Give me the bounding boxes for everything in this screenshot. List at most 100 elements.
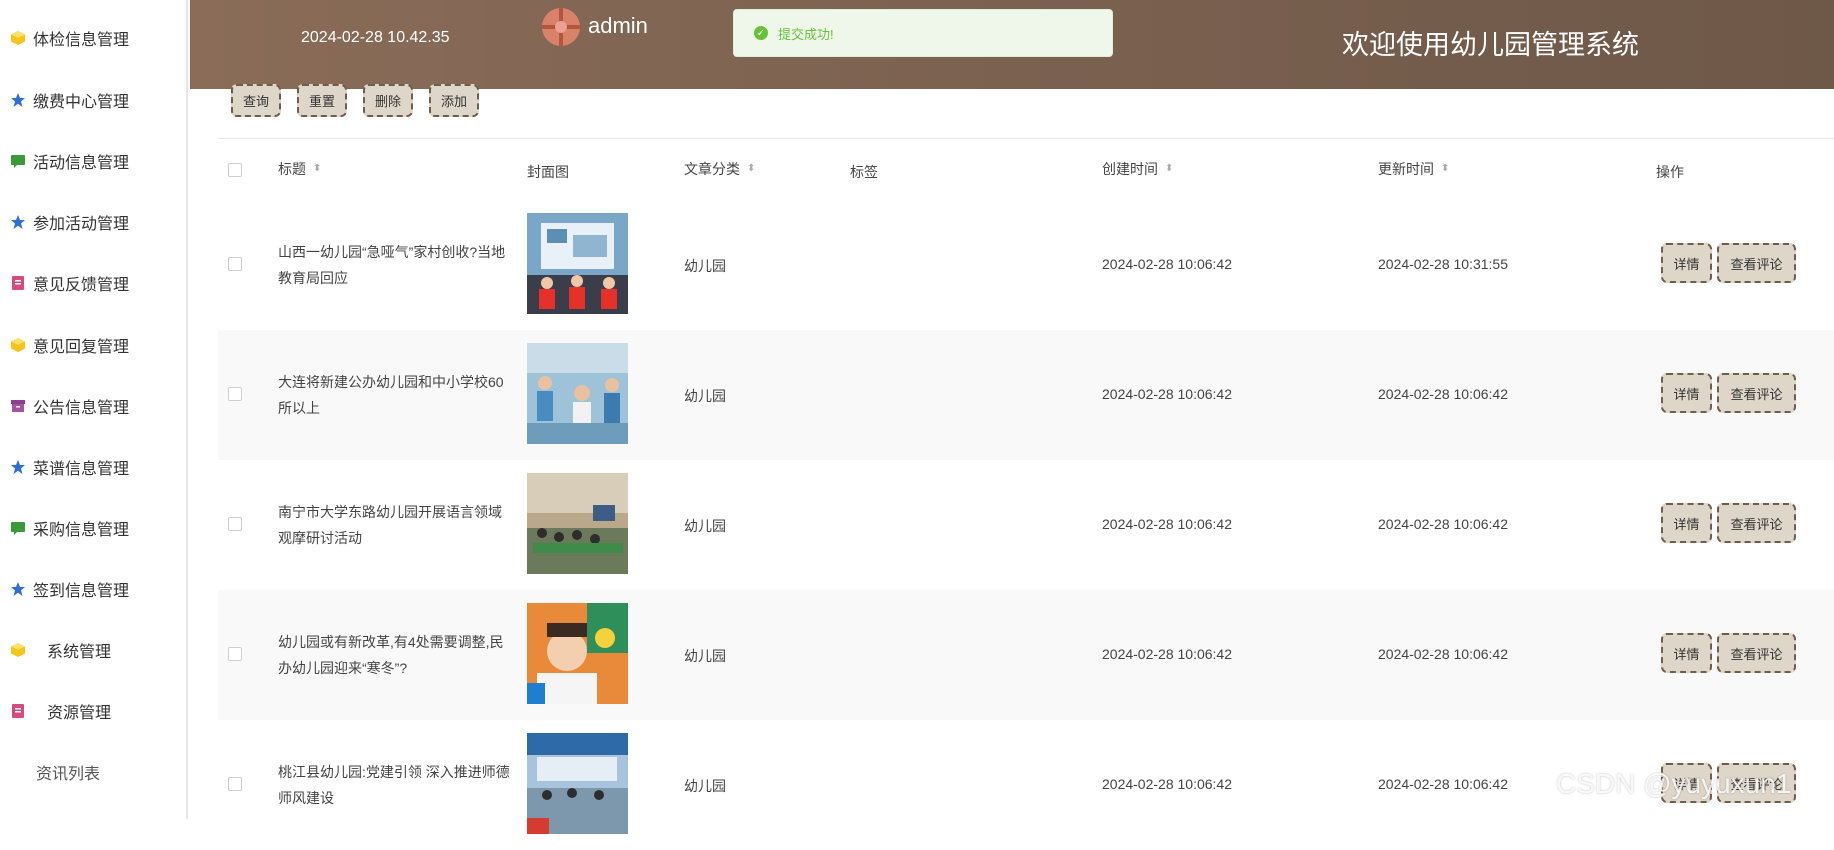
view-comments-button[interactable]: 查看评论 — [1717, 503, 1796, 543]
row-created-time: 2024-02-28 10:06:42 — [1102, 516, 1232, 532]
column-header-category[interactable]: 文章分类 ⬍ — [684, 159, 755, 179]
archive-icon — [9, 397, 27, 415]
row-checkbox[interactable] — [228, 387, 242, 401]
sidebar-item-label: 缴费中心管理 — [33, 93, 130, 111]
table-row: 幼儿园或有新改革,有4处需要调整,民办幼儿园迎来“寒冬”? 幼儿园 2024-0… — [218, 590, 1834, 720]
column-label: 创建时间 — [1102, 161, 1158, 177]
header-datetime: 2024-02-28 10.42.35 — [301, 29, 450, 46]
column-label: 更新时间 — [1378, 161, 1434, 177]
cube-icon — [9, 29, 27, 47]
column-label: 标题 — [278, 161, 306, 177]
row-category: 幼儿园 — [684, 258, 726, 274]
column-header-created[interactable]: 创建时间 ⬍ — [1102, 159, 1173, 179]
sidebar-item-feedback[interactable]: 意见反馈管理 — [0, 252, 186, 313]
sidebar-item-label: 菜谱信息管理 — [33, 460, 130, 478]
row-title: 南宁市大学东路幼儿园开展语言领域观摩研讨活动 — [278, 504, 502, 546]
sidebar-item-announcement[interactable]: 公告信息管理 — [0, 375, 186, 436]
sidebar-item-join-activity[interactable]: 参加活动管理 — [0, 191, 186, 252]
reset-button[interactable]: 重置 — [297, 84, 347, 117]
sidebar-item-purchase[interactable]: 采购信息管理 — [0, 497, 186, 558]
detail-button[interactable]: 详情 — [1661, 243, 1712, 283]
chat-icon — [9, 519, 27, 537]
sidebar-item-recipes[interactable]: 菜谱信息管理 — [0, 436, 186, 497]
sidebar-item-reply[interactable]: 意见回复管理 — [0, 314, 186, 375]
header-username[interactable]: admin — [588, 13, 648, 39]
sort-icon[interactable]: ⬍ — [1441, 164, 1449, 174]
column-header-cover: 封面图 — [527, 162, 569, 182]
sidebar-item-checkin[interactable]: 签到信息管理 — [0, 558, 186, 619]
sidebar-item-label: 意见回复管理 — [33, 338, 130, 356]
cover-image — [527, 473, 628, 574]
row-updated-time: 2024-02-28 10:06:42 — [1378, 386, 1508, 402]
sidebar-item-label: 资源管理 — [47, 704, 112, 722]
row-title: 幼儿园或有新改革,有4处需要调整,民办幼儿园迎来“寒冬”? — [278, 634, 504, 676]
sidebar-item-label: 意见反馈管理 — [33, 276, 130, 294]
sidebar-item-resources[interactable]: 资源管理 — [0, 680, 186, 741]
sort-icon[interactable]: ⬍ — [1165, 164, 1173, 174]
view-comments-button[interactable]: 查看评论 — [1717, 373, 1796, 413]
sidebar-item-payment[interactable]: 缴费中心管理 — [0, 69, 186, 130]
row-checkbox[interactable] — [228, 777, 242, 791]
row-title: 大连将新建公办幼儿园和中小学校60所以上 — [278, 374, 504, 416]
sidebar-item-news-list[interactable]: 资讯列表 — [0, 741, 186, 802]
sidebar: 体检信息管理 缴费中心管理 活动信息管理 参加活动管理 意见反馈管理 意见回复管… — [0, 0, 188, 819]
query-button[interactable]: 查询 — [231, 84, 281, 117]
column-header-actions: 操作 — [1656, 162, 1684, 182]
row-category: 幼儿园 — [684, 518, 726, 534]
row-title: 山西一幼儿园“急哑气”家村创收?当地教育局回应 — [278, 244, 506, 286]
check-circle-icon: ✓ — [754, 26, 768, 40]
select-all-checkbox[interactable] — [228, 163, 242, 177]
detail-button[interactable]: 详情 — [1661, 373, 1712, 413]
add-button[interactable]: 添加 — [429, 84, 479, 117]
document-icon — [9, 274, 27, 292]
row-checkbox[interactable] — [228, 517, 242, 531]
row-checkbox[interactable] — [228, 647, 242, 661]
row-checkbox[interactable] — [228, 257, 242, 271]
column-header-tags: 标签 — [850, 162, 878, 182]
success-toast: ✓ 提交成功! — [733, 9, 1113, 57]
sort-icon[interactable]: ⬍ — [313, 164, 321, 174]
chat-icon — [9, 152, 27, 170]
cover-image — [527, 603, 628, 704]
row-created-time: 2024-02-28 10:06:42 — [1102, 256, 1232, 272]
star-icon — [9, 91, 27, 109]
view-comments-button[interactable]: 查看评论 — [1717, 633, 1796, 673]
column-label: 封面图 — [527, 164, 569, 180]
sidebar-item-label: 体检信息管理 — [33, 31, 130, 49]
document-icon — [9, 702, 27, 720]
detail-button[interactable]: 详情 — [1661, 503, 1712, 543]
sort-icon[interactable]: ⬍ — [747, 164, 755, 174]
column-label: 文章分类 — [684, 161, 740, 177]
column-header-title[interactable]: 标题 ⬍ — [278, 159, 321, 179]
sidebar-item-label: 参加活动管理 — [33, 215, 130, 233]
delete-button[interactable]: 删除 — [363, 84, 413, 117]
sidebar-item-activities[interactable]: 活动信息管理 — [0, 130, 186, 191]
watermark: CSDN @yuyuxun1 — [1556, 768, 1792, 799]
sidebar-item-system[interactable]: 系统管理 — [0, 619, 186, 680]
sidebar-item-label: 公告信息管理 — [33, 399, 130, 417]
detail-button[interactable]: 详情 — [1661, 633, 1712, 673]
row-created-time: 2024-02-28 10:06:42 — [1102, 776, 1232, 792]
row-updated-time: 2024-02-28 10:06:42 — [1378, 516, 1508, 532]
view-comments-button[interactable]: 查看评论 — [1717, 243, 1796, 283]
avatar[interactable] — [542, 8, 580, 46]
cube-icon — [9, 336, 27, 354]
row-category: 幼儿园 — [684, 648, 726, 664]
column-header-updated[interactable]: 更新时间 ⬍ — [1378, 159, 1449, 179]
row-updated-time: 2024-02-28 10:31:55 — [1378, 256, 1508, 272]
table-row: 南宁市大学东路幼儿园开展语言领域观摩研讨活动 幼儿园 2024-02-28 10… — [218, 460, 1834, 590]
column-label: 标签 — [850, 164, 878, 180]
row-updated-time: 2024-02-28 10:06:42 — [1378, 646, 1508, 662]
row-category: 幼儿园 — [684, 778, 726, 794]
sidebar-item-label: 活动信息管理 — [33, 154, 130, 172]
table-row: 山西一幼儿园“急哑气”家村创收?当地教育局回应 幼儿园 2024-02-28 1… — [218, 200, 1834, 330]
sidebar-item-physical-exam[interactable]: 体检信息管理 — [0, 7, 186, 68]
toast-message: 提交成功! — [778, 26, 834, 42]
row-category: 幼儿园 — [684, 388, 726, 404]
row-created-time: 2024-02-28 10:06:42 — [1102, 386, 1232, 402]
cover-image — [527, 343, 628, 444]
cube-icon — [9, 641, 27, 659]
row-title: 桃江县幼儿园:党建引领 深入推进师德师风建设 — [278, 764, 510, 806]
table-row: 大连将新建公办幼儿园和中小学校60所以上 幼儿园 2024-02-28 10:0… — [218, 330, 1834, 460]
cover-image — [527, 213, 628, 314]
